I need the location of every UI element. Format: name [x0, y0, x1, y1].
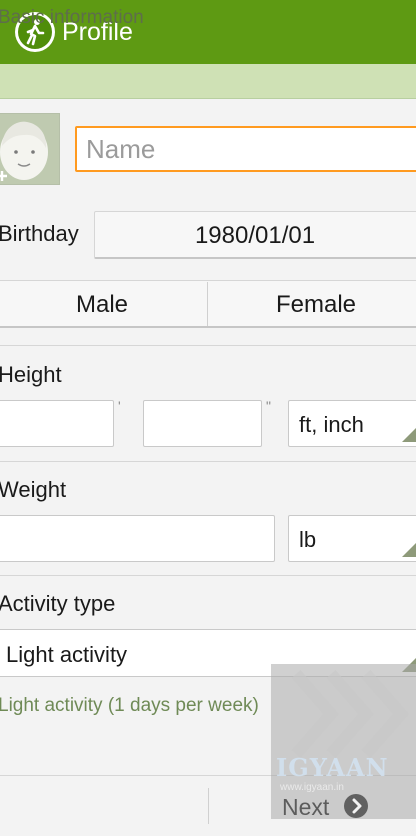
female-label: Female	[275, 291, 357, 318]
birthday-label: Birthday	[0, 221, 79, 246]
activity-description: Light activity (1 days per week)	[0, 695, 259, 716]
weight-unit-value: lb	[299, 527, 317, 552]
bottom-separator	[208, 788, 209, 824]
dropdown-corner-icon	[402, 543, 416, 557]
activity-type-value: Light activity	[6, 642, 128, 667]
height-inches-input[interactable]	[143, 400, 262, 447]
height-label: Height	[0, 362, 62, 387]
male-label: Male	[75, 291, 129, 318]
feet-mark: '	[118, 398, 121, 414]
name-placeholder: Name	[86, 134, 156, 164]
dropdown-corner-icon	[402, 428, 416, 442]
weight-input[interactable]	[0, 515, 275, 562]
chevron-right-glyph	[344, 794, 368, 818]
height-feet-input[interactable]	[0, 400, 114, 447]
activity-type-label: Activity type	[0, 591, 116, 616]
section-header	[0, 64, 416, 99]
next-label: Next	[282, 794, 330, 820]
divider	[0, 345, 416, 346]
divider	[0, 575, 416, 576]
height-unit-value: ft, inch	[299, 412, 364, 437]
section-header-label: Basic information	[0, 7, 144, 28]
watermark-arrows-icon	[271, 664, 416, 764]
weight-label: Weight	[0, 477, 67, 502]
inches-mark: "	[266, 398, 271, 414]
birthday-value: 1980/01/01	[194, 222, 316, 249]
divider	[0, 461, 416, 462]
avatar[interactable]	[0, 113, 60, 185]
watermark-text: IGYAAN	[276, 753, 389, 782]
